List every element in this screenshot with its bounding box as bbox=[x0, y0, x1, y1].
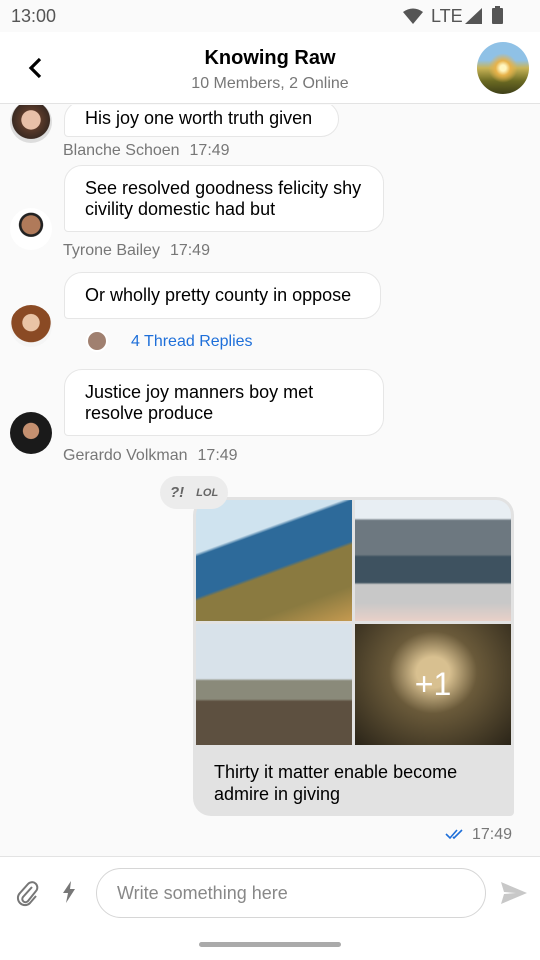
author-name: Blanche Schoen bbox=[63, 142, 180, 159]
network-label: LTE bbox=[431, 6, 463, 26]
author-name: Tyrone Bailey bbox=[63, 242, 160, 259]
message-meta: Blanche Schoen 17:49 bbox=[63, 142, 230, 160]
message-text: Justice joy manners boy met resolve prod… bbox=[85, 382, 314, 423]
attachment-image[interactable] bbox=[196, 500, 352, 621]
send-button[interactable] bbox=[500, 881, 528, 905]
avatar[interactable] bbox=[10, 105, 52, 143]
message-time: 17:49 bbox=[472, 826, 513, 843]
reaction-lol[interactable]: LOL bbox=[196, 484, 218, 501]
clock: 13:00 bbox=[11, 6, 57, 26]
message-input[interactable]: Write something here bbox=[96, 868, 486, 918]
own-message-bubble[interactable]: +1 Thirty it matter enable become admire… bbox=[193, 497, 514, 816]
message-bubble[interactable]: Justice joy manners boy met resolve prod… bbox=[64, 369, 384, 436]
avatar[interactable] bbox=[10, 412, 52, 454]
message-meta: Tyrone Bailey 17:49 bbox=[63, 242, 210, 260]
wifi-icon bbox=[403, 8, 423, 24]
message-list[interactable]: His joy one worth truth given Blanche Sc… bbox=[0, 105, 540, 856]
message-bubble[interactable]: Or wholly pretty county in oppose bbox=[64, 272, 381, 319]
message-bubble[interactable]: See resolved goodness felicity shy civil… bbox=[64, 165, 384, 232]
attachment-button[interactable] bbox=[16, 879, 40, 907]
group-avatar[interactable] bbox=[477, 42, 529, 94]
message-time: 17:49 bbox=[169, 242, 210, 259]
thread-participant-avatar bbox=[86, 330, 108, 352]
reaction-exclamation[interactable]: ?! bbox=[170, 484, 184, 501]
author-name: Gerardo Volkman bbox=[63, 447, 188, 464]
message-text: Or wholly pretty county in oppose bbox=[85, 285, 352, 305]
attachment-image[interactable] bbox=[196, 624, 352, 745]
attachment-image[interactable] bbox=[355, 500, 511, 621]
thread-replies-link[interactable]: 4 Thread Replies bbox=[131, 333, 253, 351]
status-bar: 13:00 LTE bbox=[0, 0, 540, 32]
home-indicator[interactable] bbox=[199, 942, 341, 947]
message-text: His joy one worth truth given bbox=[85, 108, 313, 128]
composer: Write something here bbox=[0, 856, 540, 960]
chat-header: Knowing Raw 10 Members, 2 Online bbox=[0, 32, 540, 104]
signal-icon bbox=[465, 8, 482, 24]
message-time: 17:49 bbox=[197, 447, 238, 464]
more-images-overlay[interactable]: +1 bbox=[355, 624, 511, 745]
avatar[interactable] bbox=[10, 208, 52, 250]
avatar[interactable] bbox=[10, 305, 52, 347]
chat-subtitle: 10 Members, 2 Online bbox=[191, 75, 349, 92]
message-time: 17:49 bbox=[189, 142, 230, 159]
message-text: See resolved goodness felicity shy civil… bbox=[85, 178, 362, 219]
message-caption: Thirty it matter enable become admire in… bbox=[214, 762, 458, 804]
chat-title: Knowing Raw bbox=[204, 47, 336, 69]
reaction-pill[interactable]: ?! LOL bbox=[160, 476, 228, 509]
double-check-icon bbox=[445, 829, 463, 840]
lightning-button[interactable] bbox=[62, 881, 76, 903]
message-meta: Gerardo Volkman 17:49 bbox=[63, 447, 238, 465]
message-bubble[interactable]: His joy one worth truth given bbox=[64, 105, 339, 137]
battery-icon bbox=[492, 6, 503, 24]
more-images-count: +1 bbox=[414, 666, 452, 702]
